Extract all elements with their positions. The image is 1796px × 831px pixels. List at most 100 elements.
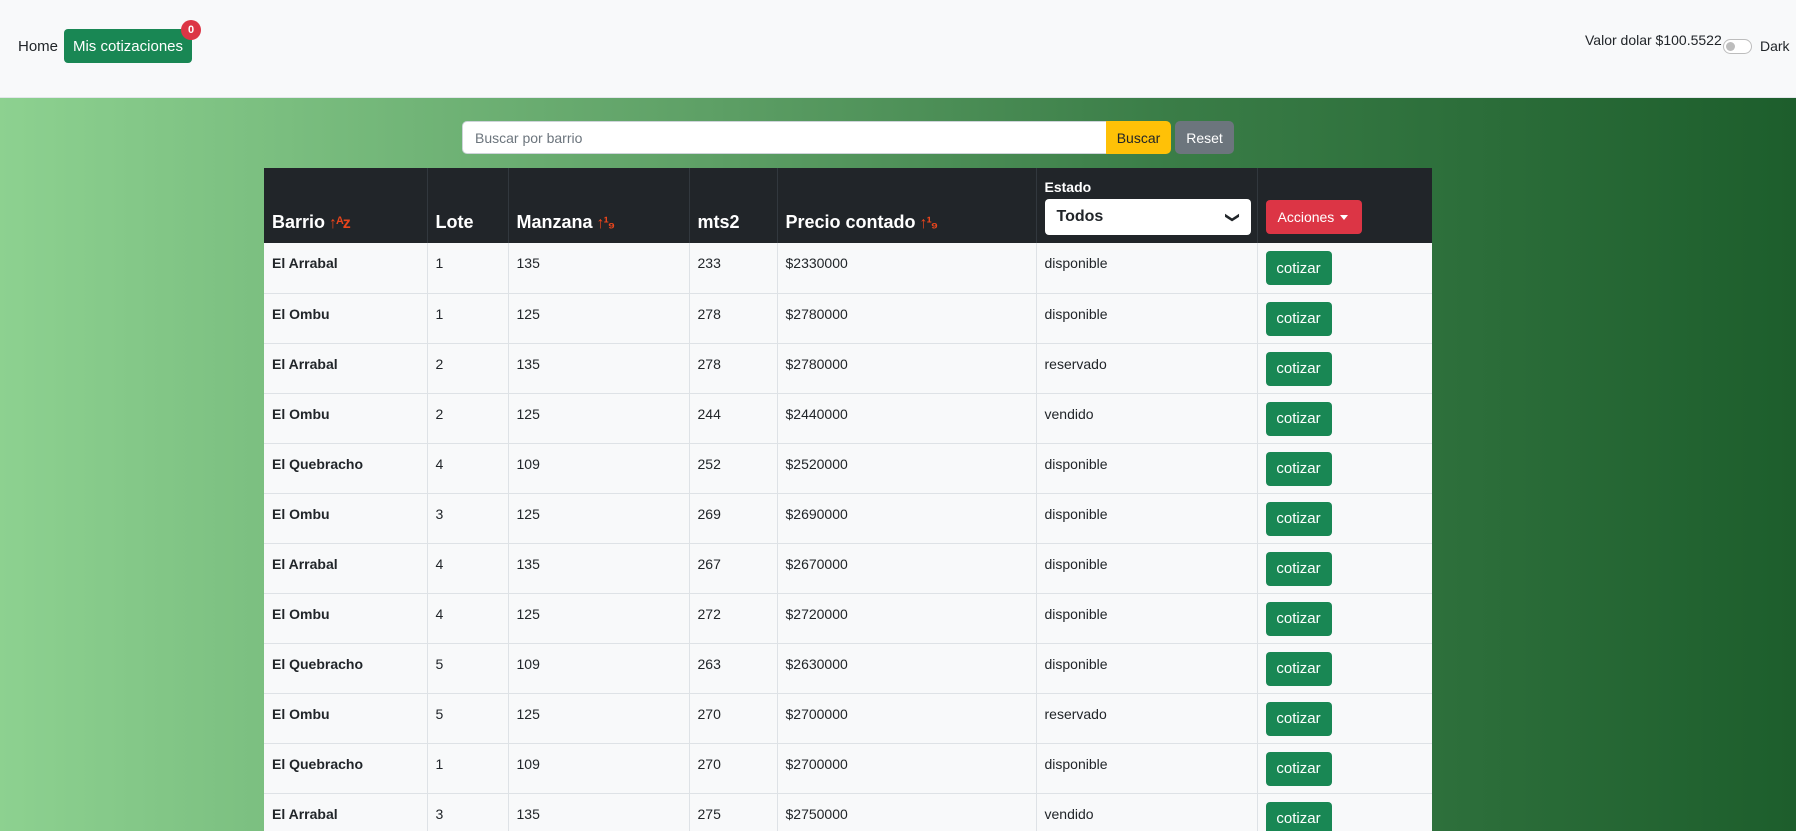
chevron-down-icon: ❯ (1225, 211, 1242, 223)
cell-precio: $2670000 (777, 543, 1037, 593)
buscar-button[interactable]: Buscar (1106, 121, 1171, 154)
header-precio-label: Precio contado (785, 212, 916, 232)
table-row: El Quebracho 1 109 270 $2700000 disponible cot… (264, 743, 1432, 793)
header-manzana[interactable]: Manzana ↑¹₉ (508, 168, 690, 243)
cell-accion: cotizar (1257, 743, 1432, 793)
cell-precio: $2440000 (777, 393, 1037, 443)
cell-lote: 2 (427, 343, 509, 393)
cell-accion: cotizar (1257, 393, 1432, 443)
cell-estado: disponible (1036, 593, 1258, 643)
table-row: El Ombu 5 125 270 $2700000 reservado cotizar (264, 693, 1432, 743)
cell-estado: disponible (1036, 643, 1258, 693)
mis-cotizaciones-button[interactable]: Mis cotizaciones (64, 29, 192, 63)
toggle-knob (1726, 42, 1735, 51)
cell-manzana: 125 (508, 293, 690, 343)
cell-barrio: El Arrabal (264, 343, 428, 393)
cell-barrio: El Quebracho (264, 643, 428, 693)
estado-selected-value: Todos (1056, 208, 1104, 225)
cell-accion: cotizar (1257, 643, 1432, 693)
header-manzana-label: Manzana (516, 212, 593, 232)
sort-numeric-icon[interactable]: ↑¹₉ (597, 215, 616, 232)
cotizaciones-count-badge: 0 (181, 20, 201, 40)
cell-manzana: 125 (508, 493, 690, 543)
cell-barrio: El Ombu (264, 693, 428, 743)
header-precio[interactable]: Precio contado ↑¹₉ (777, 168, 1037, 243)
cell-mts2: 270 (689, 693, 778, 743)
reset-button[interactable]: Reset (1175, 121, 1234, 154)
cotizar-button[interactable]: cotizar (1265, 351, 1332, 386)
cell-estado: disponible (1036, 243, 1258, 293)
cell-barrio: El Quebracho (264, 743, 428, 793)
cell-lote: 3 (427, 493, 509, 543)
acciones-dropdown-button[interactable]: Acciones (1265, 200, 1362, 234)
cell-mts2: 278 (689, 343, 778, 393)
table-row: El Quebracho 5 109 263 $2630000 disponible cot… (264, 643, 1432, 693)
cell-precio: $2700000 (777, 743, 1037, 793)
cell-estado: disponible (1036, 743, 1258, 793)
cell-estado: disponible (1036, 543, 1258, 593)
cotizar-button[interactable]: cotizar (1265, 651, 1332, 686)
nav-home-link[interactable]: Home (18, 38, 58, 55)
cotizar-button[interactable]: cotizar (1265, 601, 1332, 636)
header-acciones: Acciones (1257, 168, 1432, 243)
cell-estado: vendido (1036, 793, 1258, 831)
cell-accion: cotizar (1257, 293, 1432, 343)
cotizar-button[interactable]: cotizar (1265, 401, 1332, 436)
sort-numeric-icon[interactable]: ↑¹₉ (920, 215, 939, 232)
cell-precio: $2630000 (777, 643, 1037, 693)
cell-manzana: 109 (508, 443, 690, 493)
cell-precio: $2700000 (777, 693, 1037, 743)
cell-lote: 4 (427, 443, 509, 493)
cell-accion: cotizar (1257, 343, 1432, 393)
cell-manzana: 135 (508, 343, 690, 393)
table-row: El Arrabal 1 135 233 $2330000 disponible cotiz… (264, 243, 1432, 293)
cell-accion: cotizar (1257, 793, 1432, 831)
cell-mts2: 267 (689, 543, 778, 593)
header-barrio[interactable]: Barrio ↑ᴬᴢ (264, 168, 428, 243)
cotizar-button[interactable]: cotizar (1265, 501, 1332, 536)
cell-lote: 1 (427, 243, 509, 293)
cell-precio: $2720000 (777, 593, 1037, 643)
main-content: Buscar por barrio Buscar Reset Barrio ↑ᴬᴢ… (0, 98, 1796, 831)
table-row: El Arrabal 3 135 275 $2750000 vendido cotizar (264, 793, 1432, 831)
caret-down-icon (1340, 214, 1349, 220)
cell-barrio: El Ombu (264, 393, 428, 443)
table-row: El Arrabal 2 135 278 $2780000 reservado cotiza… (264, 343, 1432, 393)
cotizar-button[interactable]: cotizar (1265, 751, 1332, 786)
cell-barrio: El Ombu (264, 293, 428, 343)
cell-lote: 1 (427, 743, 509, 793)
cell-precio: $2520000 (777, 443, 1037, 493)
cell-estado: vendido (1036, 393, 1258, 443)
cell-manzana: 109 (508, 743, 690, 793)
cell-accion: cotizar (1257, 443, 1432, 493)
cell-lote: 4 (427, 543, 509, 593)
cell-accion: cotizar (1257, 243, 1432, 293)
search-input[interactable]: Buscar por barrio (462, 121, 1107, 154)
cotizar-button[interactable]: cotizar (1265, 301, 1332, 336)
cell-estado: reservado (1036, 343, 1258, 393)
cotizar-button[interactable]: cotizar (1265, 251, 1332, 285)
cell-manzana: 125 (508, 393, 690, 443)
cell-precio: $2780000 (777, 343, 1037, 393)
estado-select[interactable]: Todos ❯ (1044, 199, 1251, 235)
cell-barrio: El Ombu (264, 493, 428, 543)
cell-mts2: 233 (689, 243, 778, 293)
dark-mode-toggle[interactable] (1723, 39, 1752, 54)
cell-manzana: 125 (508, 693, 690, 743)
cell-mts2: 270 (689, 743, 778, 793)
cell-precio: $2780000 (777, 293, 1037, 343)
cotizar-button[interactable]: cotizar (1265, 551, 1332, 586)
cell-estado: disponible (1036, 493, 1258, 543)
table-row: El Quebracho 4 109 252 $2520000 disponible cot… (264, 443, 1432, 493)
lotes-table: Barrio ↑ᴬᴢ Lote Manzana ↑¹₉ mts2 Precio co… (264, 168, 1432, 831)
cell-lote: 4 (427, 593, 509, 643)
sort-alpha-icon[interactable]: ↑ᴬᴢ (329, 215, 351, 232)
cell-manzana: 135 (508, 793, 690, 831)
cotizar-button[interactable]: cotizar (1265, 801, 1332, 831)
table-row: El Ombu 2 125 244 $2440000 vendido cotizar (264, 393, 1432, 443)
cell-precio: $2330000 (777, 243, 1037, 293)
header-estado: Estado Todos ❯ (1036, 168, 1258, 243)
cotizar-button[interactable]: cotizar (1265, 451, 1332, 486)
cell-precio: $2750000 (777, 793, 1037, 831)
cotizar-button[interactable]: cotizar (1265, 701, 1332, 736)
